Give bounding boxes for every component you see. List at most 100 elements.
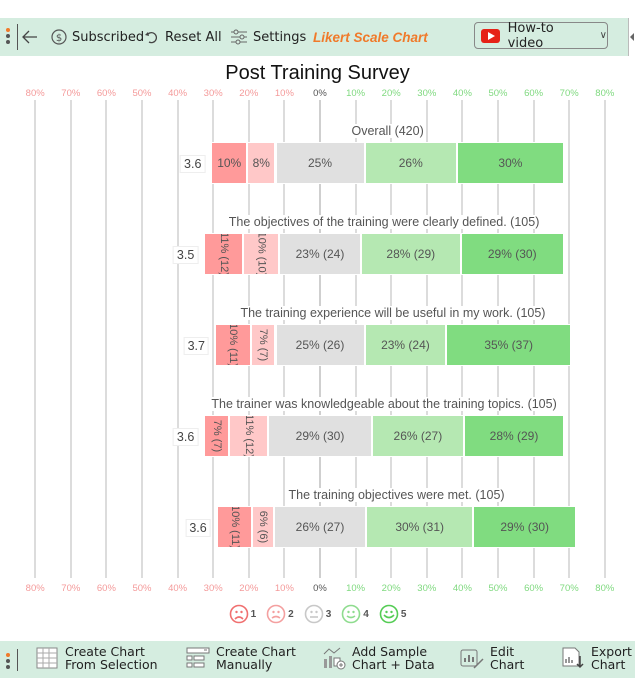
bar-segment-label: 30% bbox=[498, 156, 523, 170]
settings-label: Settings bbox=[253, 29, 307, 45]
bar-segment-label: 11% (12) bbox=[217, 233, 230, 275]
legend-item: 2 bbox=[266, 604, 294, 624]
chevron-down-icon: ∨ bbox=[599, 30, 607, 41]
add-sample-chart-button[interactable]: Add Sample Chart + Data bbox=[322, 645, 435, 671]
bar-segment-2[interactable]: 10% (10) bbox=[243, 233, 280, 275]
bar-segment-label: 10% (11) bbox=[228, 506, 241, 548]
export-chart-button[interactable]: Export Chart bbox=[561, 645, 632, 671]
create-from-selection-line2: From Selection bbox=[65, 657, 158, 672]
bar-segment-5[interactable]: 30% bbox=[457, 142, 564, 184]
bar-segment-label: 35% (37) bbox=[484, 338, 534, 352]
bar-segment-label: 23% (24) bbox=[381, 338, 430, 352]
sliders-icon bbox=[231, 29, 247, 45]
bar-segment-4[interactable]: 26% (27) bbox=[371, 415, 465, 457]
bar-segment-3[interactable]: 26% (27) bbox=[273, 506, 367, 548]
bar-segment-3[interactable]: 25% (26) bbox=[275, 324, 365, 366]
bottom-toolbar: Create Chart From Selection Create Chart M… bbox=[0, 641, 635, 678]
sample-chart-data-icon bbox=[323, 647, 346, 670]
bar-segment-label: 28% (29) bbox=[489, 429, 539, 443]
bar-segment-2[interactable]: 7% (7) bbox=[250, 324, 276, 366]
bar-segment-2[interactable]: 11% (12) bbox=[229, 415, 269, 457]
bottom-axis-tick: 60% bbox=[524, 583, 544, 594]
legend-label: 2 bbox=[288, 608, 294, 620]
edit-chart-icon bbox=[460, 649, 484, 669]
bar-segment-1[interactable]: 11% (12) bbox=[204, 233, 244, 275]
edit-chart-line2: Chart bbox=[490, 657, 525, 672]
bar-segment-label: 10% bbox=[217, 156, 242, 170]
bottom-axis-tick: 80% bbox=[595, 583, 615, 594]
top-axis-tick: 40% bbox=[452, 88, 472, 99]
top-axis-tick: 70% bbox=[559, 88, 579, 99]
bar-segment-2[interactable]: 8% bbox=[247, 142, 276, 184]
collapse-panel-handle[interactable] bbox=[628, 18, 635, 56]
bar-segment-1[interactable]: 10% (11) bbox=[216, 506, 253, 548]
how-to-video-dropdown[interactable]: How-to video ∨ bbox=[474, 21, 608, 51]
bar-segment-5[interactable]: 28% (29) bbox=[464, 415, 564, 457]
settings-button[interactable]: Settings bbox=[230, 29, 306, 45]
legend-label: 1 bbox=[250, 608, 257, 620]
legend-item: 3 bbox=[304, 604, 331, 624]
subscribed-button[interactable]: $ Subscribed bbox=[51, 29, 144, 45]
bar-segment-label: 26% bbox=[398, 156, 423, 170]
bar-segment-label: 23% (24) bbox=[295, 247, 345, 261]
toolbar-divider bbox=[17, 24, 18, 50]
legend-label: 4 bbox=[363, 608, 369, 620]
bar-segment-4[interactable]: 23% (24) bbox=[364, 324, 447, 366]
bar-segment-4[interactable]: 30% (31) bbox=[366, 506, 474, 548]
undo-icon bbox=[145, 31, 158, 44]
top-axis-tick: 70% bbox=[61, 88, 81, 99]
bar-segment-1[interactable]: 10% (11) bbox=[214, 324, 251, 366]
bar-segment-4[interactable]: 28% (29) bbox=[360, 233, 461, 275]
mean-score-label: 3.6 bbox=[185, 519, 211, 537]
bar-segment-3[interactable]: 23% (24) bbox=[279, 233, 361, 275]
bar-segment-label: 8% bbox=[252, 156, 270, 170]
bottom-axis-tick: 50% bbox=[132, 583, 152, 594]
bar-segment-2[interactable]: 6% (6) bbox=[252, 506, 274, 548]
bar-segment-label: 11% (12) bbox=[242, 415, 255, 457]
bar-segment-1[interactable]: 10% bbox=[211, 142, 247, 184]
bar-segment-1[interactable]: 7% (7) bbox=[204, 415, 230, 457]
bar-segment-4[interactable]: 26% bbox=[364, 142, 458, 184]
form-layout-icon bbox=[186, 647, 210, 668]
bar-segment-5[interactable]: 29% (30) bbox=[473, 506, 577, 548]
bottom-axis-tick: 70% bbox=[559, 583, 579, 594]
bar-segment-5[interactable]: 35% (37) bbox=[446, 324, 571, 366]
bottom-axis-tick: 60% bbox=[96, 583, 116, 594]
bar-segment-3[interactable]: 29% (30) bbox=[268, 415, 372, 457]
top-axis-tick: 50% bbox=[132, 88, 152, 99]
top-axis-tick: 80% bbox=[25, 88, 45, 99]
top-axis-tick: 60% bbox=[96, 88, 116, 99]
neutral-face-icon bbox=[304, 604, 324, 624]
bottom-axis-tick: 50% bbox=[488, 583, 508, 594]
legend-item: 5 bbox=[379, 604, 406, 624]
bar-segment-label: 28% (29) bbox=[386, 247, 436, 261]
svg-text:$: $ bbox=[56, 33, 62, 44]
gridline bbox=[141, 100, 143, 578]
create-chart-from-selection-button[interactable]: Create Chart From Selection bbox=[35, 645, 158, 671]
happy-face-icon bbox=[379, 604, 399, 624]
bar-segment-5[interactable]: 29% (30) bbox=[460, 233, 564, 275]
reset-all-button[interactable]: Reset All bbox=[144, 29, 222, 45]
bar-segment-label: 10% (11) bbox=[226, 324, 239, 366]
row-label: The objectives of the training were clea… bbox=[227, 215, 541, 229]
table-grid-icon bbox=[36, 647, 58, 669]
gridline bbox=[69, 100, 72, 578]
bottom-axis-tick: 30% bbox=[203, 583, 223, 594]
bottom-axis-tick: 70% bbox=[61, 583, 81, 594]
row-label: The training experience will be useful i… bbox=[239, 306, 547, 320]
edit-chart-button[interactable]: Edit Chart bbox=[460, 645, 524, 671]
add-sample-line2: Chart + Data bbox=[352, 657, 435, 672]
sad-face-icon bbox=[266, 604, 286, 624]
back-button[interactable] bbox=[22, 30, 38, 44]
row-label: Overall (420) bbox=[350, 124, 425, 138]
toolbar-divider bbox=[17, 649, 18, 671]
bottom-axis-tick: 20% bbox=[381, 583, 401, 594]
top-axis-tick: 20% bbox=[239, 88, 259, 99]
more-options-icon[interactable] bbox=[6, 26, 12, 46]
youtube-icon bbox=[481, 28, 500, 43]
more-options-icon[interactable] bbox=[6, 651, 12, 671]
create-chart-manually-button[interactable]: Create Chart Manually bbox=[186, 645, 296, 671]
row-label: The trainer was knowledgeable about the … bbox=[210, 397, 558, 411]
bottom-axis-tick: 10% bbox=[346, 583, 366, 594]
bar-segment-3[interactable]: 25% bbox=[275, 142, 365, 184]
